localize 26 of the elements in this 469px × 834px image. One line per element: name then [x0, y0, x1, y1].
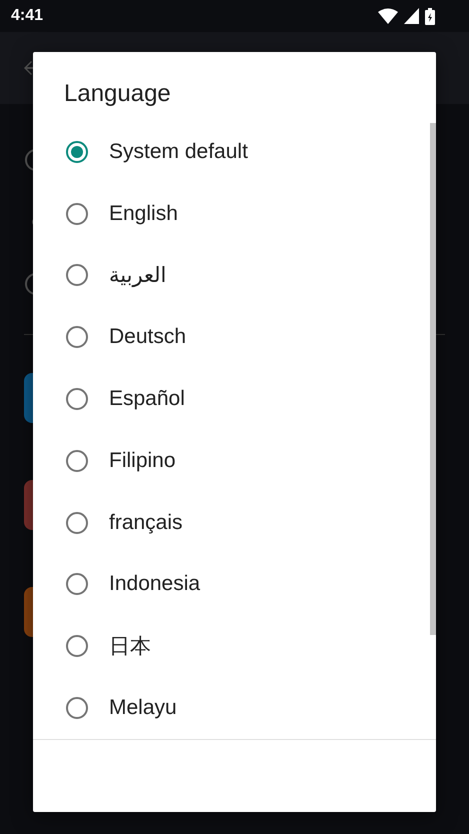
wifi-icon: [378, 8, 398, 24]
radio-button[interactable]: [66, 140, 88, 163]
radio-button[interactable]: [66, 450, 88, 472]
language-option[interactable]: Deutsch: [109, 325, 186, 350]
language-option[interactable]: Filipino: [109, 448, 176, 473]
language-option[interactable]: Melayu: [109, 696, 177, 720]
radio-button[interactable]: [66, 697, 88, 720]
radio-button[interactable]: [66, 388, 88, 410]
radio-button[interactable]: [66, 635, 88, 658]
signal-icon: [404, 8, 419, 24]
battery-icon: [425, 8, 435, 24]
radio-button[interactable]: [66, 202, 88, 225]
radio-button[interactable]: [66, 512, 88, 534]
language-option[interactable]: Español: [109, 387, 185, 412]
scrollbar[interactable]: [430, 123, 436, 635]
dialog-title: Language: [63, 79, 171, 107]
language-option[interactable]: العربية: [109, 262, 166, 288]
radio-button[interactable]: [66, 573, 88, 596]
language-option[interactable]: Indonesia: [109, 572, 200, 596]
language-option[interactable]: English: [109, 202, 178, 226]
status-time: 4:41: [11, 7, 44, 25]
radio-button[interactable]: [66, 326, 88, 348]
language-option[interactable]: System default: [109, 140, 248, 164]
radio-button[interactable]: [66, 264, 88, 286]
language-option[interactable]: 日本: [109, 632, 151, 660]
language-option[interactable]: français: [109, 510, 183, 535]
